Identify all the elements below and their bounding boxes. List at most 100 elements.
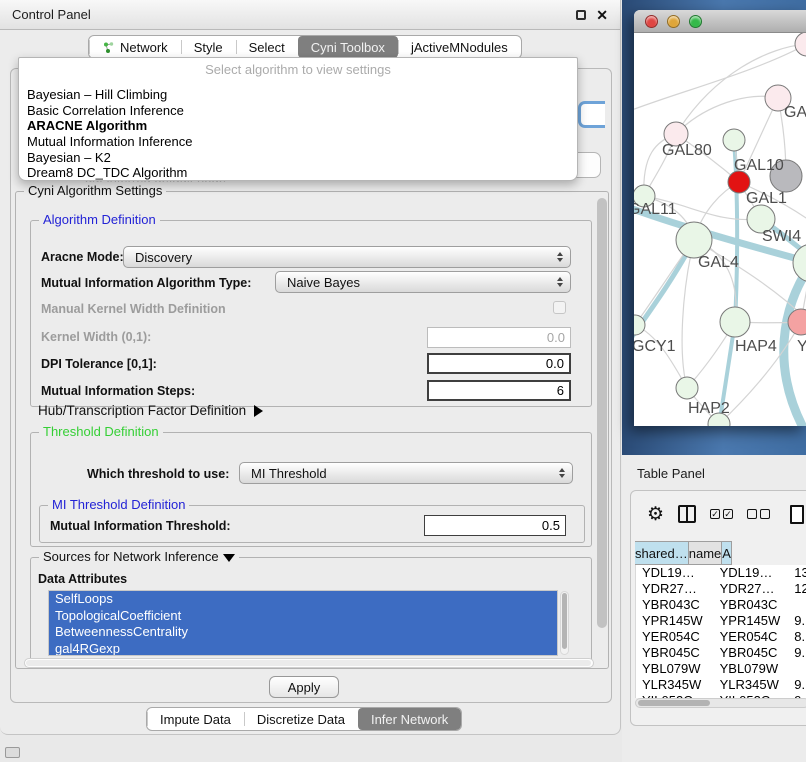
control-panel-tab[interactable]: Select bbox=[236, 36, 298, 58]
gear-icon[interactable]: ⚙ bbox=[647, 505, 664, 524]
table-row[interactable]: YBR043C YBR043C bbox=[636, 597, 806, 613]
node-label: SWI4 bbox=[762, 228, 801, 245]
mi-type-value: Naive Bayes bbox=[287, 275, 360, 290]
network-view-window: GALGAL80GAL10GAL1GAL11SWI4GAL4GCY1HAP4YH… bbox=[634, 10, 806, 426]
settings-group-title: Cyni Algorithm Settings bbox=[24, 183, 166, 198]
node-label: GAL10 bbox=[734, 157, 784, 174]
table-toolbar: ⚙ ✓ ✓ bbox=[631, 491, 806, 537]
algorithm-definition-group: Algorithm Definition Aracne Mode: Discov… bbox=[30, 220, 592, 407]
node-label: GAL11 bbox=[634, 201, 677, 218]
table-row[interactable]: YDL19… YDL19… 13 bbox=[636, 565, 806, 581]
document-icon[interactable] bbox=[790, 505, 804, 524]
mi-threshold-input[interactable]: 0.5 bbox=[424, 515, 566, 536]
algorithm-option[interactable]: Mutual Information Inference bbox=[19, 134, 577, 150]
node-label: HAP4 bbox=[735, 338, 777, 355]
which-threshold-value: MI Threshold bbox=[251, 466, 327, 481]
zoom-traffic-light[interactable] bbox=[689, 15, 702, 28]
dpi-tolerance-input[interactable]: 0.0 bbox=[427, 353, 571, 374]
attributes-list-scrollbar[interactable] bbox=[560, 591, 569, 655]
close-traffic-light[interactable] bbox=[645, 15, 658, 28]
attribute-list-item[interactable]: TopologicalCoefficient bbox=[49, 608, 557, 625]
algorithm-option[interactable]: ARACNE Algorithm bbox=[19, 118, 577, 134]
node-label: HAP2 bbox=[688, 400, 730, 417]
network-svg: GALGAL80GAL10GAL1GAL11SWI4GAL4GCY1HAP4YH… bbox=[634, 33, 806, 426]
control-panel-titlebar: Control Panel ✕ bbox=[0, 0, 620, 30]
control-panel-window: Control Panel ✕ Network bbox=[0, 0, 621, 735]
table-column-header[interactable]: name bbox=[689, 541, 723, 565]
network-canvas[interactable]: GALGAL80GAL10GAL1GAL11SWI4GAL4GCY1HAP4YH… bbox=[634, 33, 806, 426]
table-column-header[interactable]: A bbox=[722, 541, 732, 565]
tab-label: Impute Data bbox=[160, 712, 231, 727]
unchecked-pair-icon[interactable] bbox=[747, 509, 770, 519]
network-node[interactable] bbox=[676, 377, 698, 399]
kernel-width-input[interactable]: 0.0 bbox=[427, 327, 571, 348]
network-node[interactable] bbox=[793, 244, 806, 282]
network-node[interactable] bbox=[795, 33, 806, 56]
which-threshold-label: Which threshold to use: bbox=[87, 467, 229, 481]
mi-steps-label: Mutual Information Steps: bbox=[41, 384, 195, 398]
node-label: GAL80 bbox=[662, 142, 712, 159]
minimize-traffic-light[interactable] bbox=[667, 15, 680, 28]
split-columns-icon[interactable] bbox=[678, 505, 696, 523]
close-icon[interactable]: ✕ bbox=[596, 8, 608, 22]
hub-definition-label: Hub/Transcription Factor Definition bbox=[38, 403, 246, 418]
bottom-tab[interactable]: Infer Network bbox=[358, 708, 461, 730]
network-node[interactable] bbox=[723, 129, 745, 151]
table-row[interactable]: YLR345W YLR345W 9. bbox=[636, 677, 806, 693]
stepper-arrows-icon bbox=[557, 272, 563, 292]
data-attributes-label: Data Attributes bbox=[38, 572, 127, 586]
sources-group-title[interactable]: Sources for Network Inference bbox=[39, 549, 239, 564]
manual-kernel-checkbox[interactable] bbox=[553, 301, 566, 314]
table-row[interactable]: YER054C YER054C 8. bbox=[636, 629, 806, 645]
data-attributes-list: SelfLoops TopologicalCoefficient Between… bbox=[48, 590, 558, 656]
tab-label: Infer Network bbox=[371, 712, 448, 727]
table-horizontal-scrollbar[interactable] bbox=[635, 698, 806, 708]
cyni-algorithm-settings-group: Cyni Algorithm Settings Algorithm Defini… bbox=[15, 191, 609, 669]
table-column-header[interactable]: shared… bbox=[635, 541, 689, 565]
mi-type-select[interactable]: Naive Bayes bbox=[275, 271, 571, 293]
tab-label: Network bbox=[120, 40, 168, 55]
attribute-list-item[interactable]: SelfLoops bbox=[49, 591, 557, 608]
tab-label: Style bbox=[194, 40, 223, 55]
column-header-label: name bbox=[689, 546, 722, 561]
settings-horizontal-scrollbar[interactable] bbox=[24, 658, 594, 668]
aracne-mode-select[interactable]: Discovery bbox=[123, 246, 571, 268]
control-panel-tab[interactable]: Cyni Toolbox bbox=[298, 36, 398, 58]
algorithm-option[interactable]: Dream8 DC_TDC Algorithm bbox=[19, 165, 577, 181]
algorithm-dropdown-popup: Select algorithm to view settings Bayesi… bbox=[18, 57, 578, 181]
network-node[interactable] bbox=[720, 307, 750, 337]
attribute-list-item[interactable]: BetweennessCentrality bbox=[49, 624, 557, 641]
minimized-panel-icon[interactable] bbox=[5, 747, 20, 758]
column-header-label: shared… bbox=[635, 546, 688, 561]
algorithm-option[interactable]: Bayesian – K2 bbox=[19, 150, 577, 166]
aracne-mode-label: Aracne Mode: bbox=[41, 250, 124, 264]
bottom-tab[interactable]: Impute Data bbox=[147, 708, 244, 730]
bottom-tab[interactable]: Discretize Data bbox=[244, 708, 358, 730]
node-label: GAL4 bbox=[698, 254, 739, 271]
hub-definition-expander[interactable]: Hub/Transcription Factor Definition bbox=[38, 403, 263, 418]
network-node[interactable] bbox=[676, 222, 712, 258]
apply-button[interactable]: Apply bbox=[269, 676, 339, 698]
control-panel-tab[interactable]: Style bbox=[181, 36, 236, 58]
table-row[interactable]: YBR045C YBR045C 9. bbox=[636, 645, 806, 661]
mi-threshold-group-title: MI Threshold Definition bbox=[48, 497, 189, 512]
control-panel-tab[interactable]: jActiveMNodules bbox=[398, 36, 521, 58]
table-row[interactable]: YPR145W YPR145W 9. bbox=[636, 613, 806, 629]
tab-label: jActiveMNodules bbox=[411, 40, 508, 55]
which-threshold-select[interactable]: MI Threshold bbox=[239, 462, 573, 484]
algorithm-option[interactable]: Bayesian – Hill Climbing bbox=[19, 87, 577, 103]
settings-vertical-scrollbar[interactable] bbox=[597, 198, 607, 660]
control-panel-tab[interactable]: Network bbox=[89, 36, 181, 58]
network-window-titlebar bbox=[634, 10, 806, 33]
checked-pair-icon[interactable]: ✓ ✓ bbox=[710, 509, 733, 519]
table-panel-region: Table Panel ⚙ ✓ ✓ bbox=[622, 455, 806, 762]
aracne-mode-value: Discovery bbox=[135, 250, 192, 265]
algorithm-option[interactable]: Basic Correlation Inference bbox=[19, 103, 577, 119]
attribute-list-item[interactable]: gal4RGexp bbox=[49, 641, 557, 657]
network-icon bbox=[102, 41, 115, 54]
table-row[interactable]: YBL079W YBL079W bbox=[636, 661, 806, 677]
table-row[interactable]: YDR27… YDR27… 12 bbox=[636, 581, 806, 597]
obscured-focused-combo-fragment bbox=[578, 101, 605, 128]
float-window-icon[interactable] bbox=[576, 10, 586, 20]
mi-steps-input[interactable]: 6 bbox=[427, 380, 571, 401]
